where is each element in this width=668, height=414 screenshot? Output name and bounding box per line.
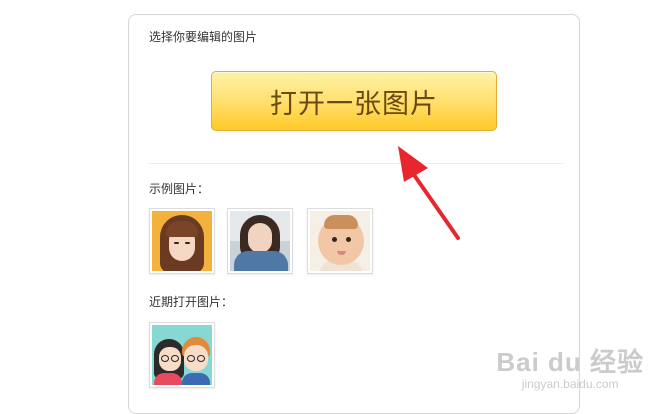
sample-images-title: 示例图片：: [149, 182, 210, 196]
recent-images-title: 近期打开图片：: [149, 295, 234, 309]
sample-image-3[interactable]: [307, 208, 373, 274]
recent-image-1[interactable]: [149, 322, 215, 388]
sample-image-1[interactable]: [149, 208, 215, 274]
divider: [149, 163, 563, 164]
portrait-girl-bangs-icon: [152, 211, 212, 271]
portrait-baby-icon: [310, 211, 370, 271]
watermark-url: jingyan.baidu.com: [521, 377, 619, 391]
sample-image-2[interactable]: [227, 208, 293, 274]
choose-image-title: 选择你要编辑的图片: [149, 30, 258, 44]
open-image-button[interactable]: 打开一张图片: [211, 71, 497, 131]
cartoon-couple-icon: [152, 325, 212, 385]
baidu-jingyan-watermark: Bai du 经验 jingyan.baidu.com: [496, 342, 644, 391]
open-image-button-label: 打开一张图片: [270, 88, 438, 120]
watermark-brand: Bai du 经验: [496, 347, 644, 377]
portrait-woman-denim-icon: [230, 211, 290, 271]
